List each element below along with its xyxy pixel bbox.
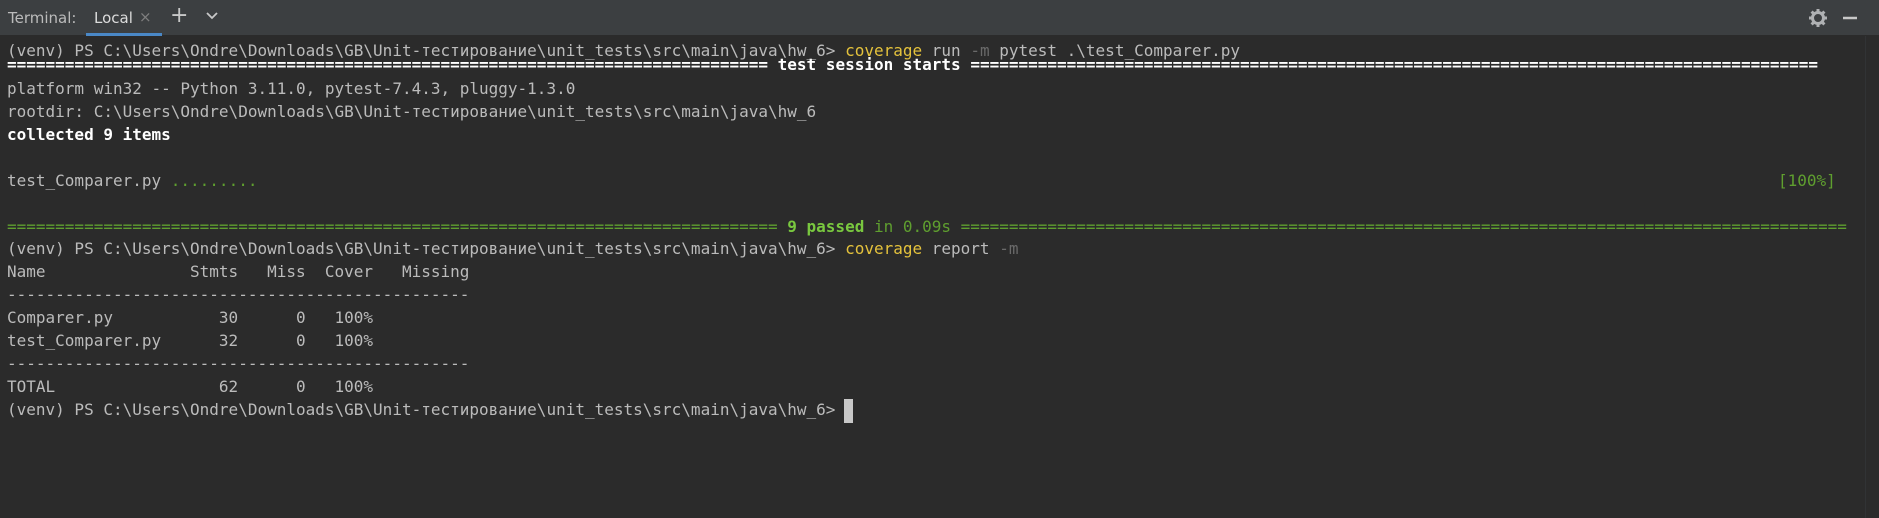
chevron-down-icon[interactable] — [204, 8, 220, 24]
tab-local-label: Local — [94, 9, 133, 27]
terminal-tab-bar: Terminal: Local × + — [0, 0, 1879, 36]
gear-icon[interactable] — [1808, 8, 1828, 28]
terminal-title: Terminal: — [8, 9, 77, 27]
collected-line: collected 9 items — [7, 125, 171, 144]
passed-count: 9 passed — [787, 217, 865, 236]
text-cursor — [844, 398, 854, 423]
session-title: test session starts — [777, 55, 961, 74]
close-icon[interactable]: × — [139, 8, 152, 26]
prompt: (venv) PS C:\Users\Ondre\Downloads\GB\Un… — [7, 239, 836, 258]
terminal-output[interactable]: (venv) PS C:\Users\Ondre\Downloads\GB\Un… — [0, 36, 1866, 518]
session-header: ========================================… — [7, 55, 1818, 74]
test-percent: [100%] — [1778, 171, 1836, 190]
command-tool: coverage — [845, 239, 923, 258]
test-file: test_Comparer.py — [7, 171, 162, 190]
minimize-icon[interactable] — [1840, 8, 1860, 28]
command-flag: -m — [999, 239, 1019, 258]
scrollbar[interactable] — [1865, 36, 1879, 518]
command-sub: report — [931, 239, 990, 258]
duration: in 0.09s — [873, 217, 952, 236]
test-progress-line: test_Comparer.py ......... — [7, 167, 257, 194]
command-line-current[interactable]: (venv) PS C:\Users\Ondre\Downloads\GB\Un… — [7, 396, 854, 423]
test-dots: ......... — [170, 171, 258, 190]
tab-local[interactable]: Local × — [86, 0, 162, 36]
prompt: (venv) PS C:\Users\Ondre\Downloads\GB\Un… — [7, 400, 836, 419]
plus-icon[interactable]: + — [170, 3, 188, 28]
